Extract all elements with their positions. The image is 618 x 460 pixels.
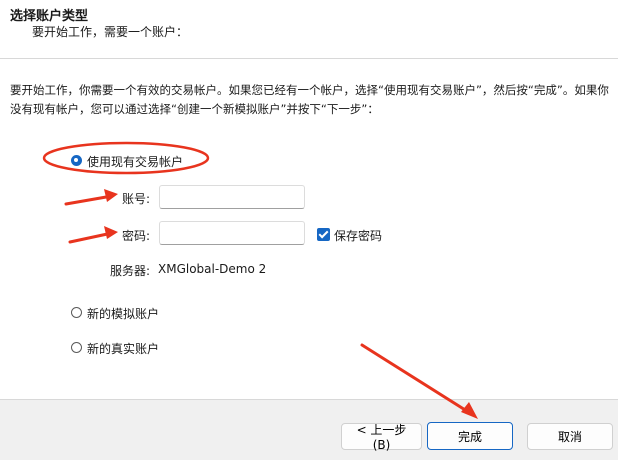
cancel-button[interactable]: 取消 <box>527 423 613 450</box>
wizard-header: 选择账户类型 要开始工作，需要一个账户： <box>0 0 618 58</box>
annotation-overlay <box>42 141 478 419</box>
wizard-footer: < 上一步(B) 完成 取消 <box>0 400 618 460</box>
intro-text: 要开始工作，你需要一个有效的交易帐户。如果您已经有一个帐户，选择“使用现有交易账… <box>10 83 609 116</box>
radio-new-real-account[interactable] <box>71 342 82 353</box>
finish-button[interactable]: 完成 <box>427 422 513 450</box>
header-title: 选择账户类型 <box>10 9 89 24</box>
save-password-label[interactable]: 保存密码 <box>334 227 382 244</box>
account-input[interactable] <box>159 185 305 209</box>
annotation-arrow-account <box>64 189 118 206</box>
save-password-checkbox[interactable] <box>317 228 330 241</box>
header-subtitle: 要开始工作，需要一个账户： <box>32 25 189 39</box>
server-label: 服务器: <box>110 264 151 278</box>
radio-new-demo-account[interactable] <box>71 307 82 318</box>
option-new-demo-label[interactable]: 新的模拟账户 <box>87 305 159 322</box>
header-divider <box>0 58 618 59</box>
password-input[interactable] <box>159 221 305 245</box>
account-label: 账号: <box>122 192 151 206</box>
option-new-real-label[interactable]: 新的真实账户 <box>87 340 159 357</box>
radio-existing-account[interactable] <box>71 155 82 166</box>
option-existing-account-label[interactable]: 使用现有交易帐户 <box>87 153 183 170</box>
annotation-arrow-password <box>68 226 118 244</box>
server-value: XMGlobal-Demo 2 <box>158 262 267 276</box>
back-button[interactable]: < 上一步(B) <box>341 423 422 452</box>
password-label: 密码: <box>122 229 151 243</box>
